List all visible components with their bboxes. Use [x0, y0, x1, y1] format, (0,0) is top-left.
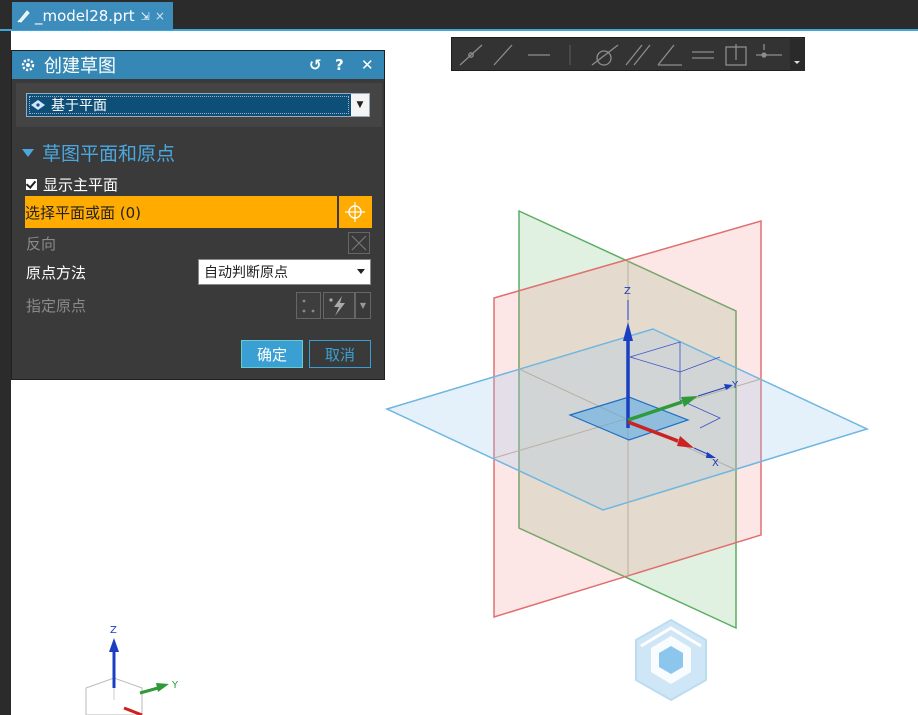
- origin-method-select[interactable]: 自动判断原点: [198, 259, 371, 285]
- point-dialog-button[interactable]: [296, 292, 321, 319]
- part-file-icon: [17, 10, 30, 23]
- tab-filename: _model28.prt: [35, 7, 135, 25]
- sketch-type-group: 基于平面 ▼: [16, 83, 382, 127]
- perpendicular-icon[interactable]: [657, 44, 682, 66]
- point-on-curve-icon[interactable]: [756, 44, 782, 58]
- reverse-direction-button[interactable]: [348, 232, 370, 254]
- select-plane-prompt: 选择平面或面 (0): [25, 203, 142, 222]
- create-sketch-dialog: 创建草图 ↺ ? ✕ 基于平面 ▼ 草图平面和原点 显示主平面 选择平面或面 (…: [11, 50, 385, 380]
- horizontal-icon[interactable]: [692, 51, 714, 59]
- close-tab-icon[interactable]: ×: [155, 9, 165, 23]
- show-main-plane-label: 显示主平面: [43, 176, 119, 194]
- point-icon: [302, 299, 315, 313]
- specify-origin-label: 指定原点: [26, 297, 87, 315]
- view-triad[interactable]: Z Y: [85, 625, 179, 715]
- line-icon[interactable]: [493, 44, 513, 66]
- chevron-down-icon: [357, 269, 365, 274]
- origin-method-label: 原点方法: [26, 264, 87, 282]
- left-resource-bar: [0, 31, 11, 715]
- app-watermark-logo: [635, 618, 707, 702]
- triad-z-label: Z: [110, 625, 117, 636]
- section-title: 草图平面和原点: [42, 143, 176, 165]
- tab-model28[interactable]: _model28.prt ⇲ ×: [12, 2, 173, 30]
- section-header[interactable]: 草图平面和原点: [22, 139, 175, 166]
- z-axis-label: Z: [624, 286, 631, 297]
- select-plane-button[interactable]: [339, 196, 372, 228]
- inferred-point-button[interactable]: [323, 292, 355, 319]
- select-plane-field[interactable]: 选择平面或面 (0): [25, 196, 337, 228]
- reset-icon[interactable]: ↺: [309, 56, 322, 74]
- checkbox-checked-icon: [26, 179, 37, 190]
- reverse-label: 反向: [26, 235, 57, 253]
- arc-icon[interactable]: [591, 44, 619, 66]
- sketch-type-select[interactable]: 基于平面 ▼: [26, 93, 370, 117]
- help-icon[interactable]: ?: [335, 56, 344, 74]
- midpoint-icon[interactable]: [725, 44, 747, 66]
- pin-icon[interactable]: ⇲: [141, 10, 150, 23]
- line-icon[interactable]: [459, 44, 483, 66]
- collapse-triangle-icon: [22, 148, 34, 157]
- reverse-direction-icon: [351, 235, 367, 251]
- chevron-down-icon[interactable]: ▼: [351, 94, 369, 116]
- x-axis-label: X: [712, 458, 719, 469]
- parallel-icon[interactable]: [625, 44, 651, 66]
- dialog-title-bar[interactable]: 创建草图 ↺ ? ✕: [12, 51, 384, 79]
- triad-y-label: Y: [171, 680, 179, 691]
- y-axis-label: Y: [731, 380, 739, 391]
- document-tab-bar: _model28.prt ⇲ ×: [0, 0, 918, 31]
- ok-button[interactable]: 确定: [241, 340, 303, 368]
- origin-method-value: 自动判断原点: [204, 265, 288, 281]
- lightning-icon: [329, 296, 345, 316]
- toolbar-more-button[interactable]: [790, 39, 805, 71]
- crosshair-icon: [345, 202, 365, 222]
- gear-icon: [21, 58, 35, 72]
- dialog-title: 创建草图: [44, 56, 116, 77]
- chevron-down-icon[interactable]: ▼: [355, 292, 371, 319]
- focus-rect: [29, 96, 349, 114]
- sketch-constraint-toolbar: [451, 37, 805, 71]
- close-icon[interactable]: ✕: [361, 56, 374, 74]
- cancel-button[interactable]: 取消: [309, 340, 371, 368]
- show-main-plane-checkbox[interactable]: 显示主平面: [26, 174, 118, 195]
